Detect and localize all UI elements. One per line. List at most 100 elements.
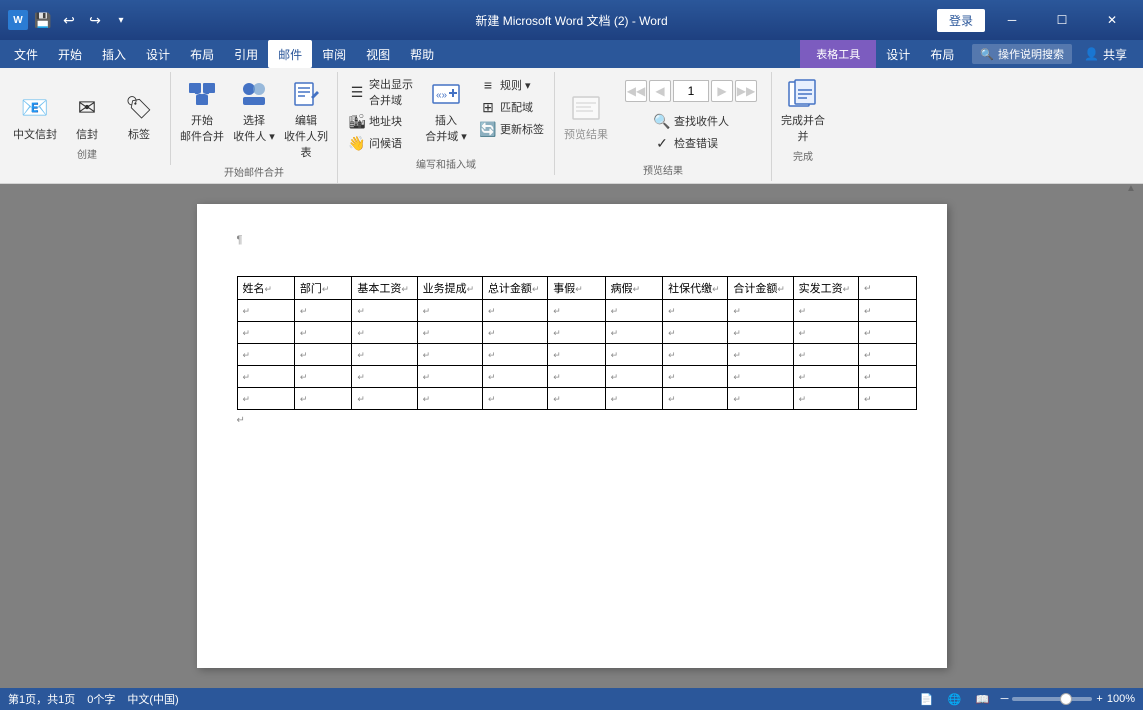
zoom-slider[interactable] (1012, 697, 1092, 701)
col-base-salary: 基本工资↵ (352, 277, 417, 300)
share-button[interactable]: 👤 共享 (1076, 44, 1135, 65)
menu-home[interactable]: 开始 (48, 40, 92, 68)
nav-page-input[interactable] (673, 80, 709, 102)
undo-btn[interactable]: ↩ (58, 9, 80, 31)
btn-rules[interactable]: ≡ 规则 ▾ (475, 74, 548, 96)
group-start-merge-content: 开始邮件合并 选择收件人 ▾ (177, 74, 331, 162)
nav-first-btn[interactable]: ◀◀ (625, 80, 647, 102)
menu-review[interactable]: 审阅 (312, 40, 356, 68)
nav-next-btn[interactable]: ▶ (711, 80, 733, 102)
quick-access-more[interactable]: ▾ (110, 9, 132, 31)
menu-view[interactable]: 视图 (356, 40, 400, 68)
window-title: 新建 Microsoft Word 文档 (2) - Word (475, 12, 667, 29)
menu-insert[interactable]: 插入 (92, 40, 136, 68)
view-web-btn[interactable]: 🌐 (945, 691, 965, 707)
cell: ↵ (237, 388, 294, 410)
zoom-plus-btn[interactable]: + (1096, 693, 1102, 705)
btn-envelope-label: 信封 (76, 126, 98, 142)
redo-btn[interactable]: ↪ (84, 9, 106, 31)
search-label: 操作说明搜索 (998, 46, 1064, 62)
btn-chinese-envelope-label: 中文信封 (13, 126, 57, 142)
cell: ↵ (605, 366, 662, 388)
btn-greeting-label: 问候语 (369, 135, 402, 151)
cell: ↵ (482, 300, 547, 322)
view-print-btn[interactable]: 📄 (917, 691, 937, 707)
group-write-insert: ☰ 突出显示合并域 🏙 地址块 👋 问候语 (338, 72, 555, 175)
btn-rules-label: 规则 ▾ (500, 77, 531, 93)
search-box[interactable]: 🔍 操作说明搜索 (972, 44, 1072, 64)
title-bar: W 💾 ↩ ↪ ▾ 新建 Microsoft Word 文档 (2) - Wor… (0, 0, 1143, 40)
group-start-merge-label: 开始邮件合并 (177, 162, 331, 183)
btn-find-recipient[interactable]: 🔍 查找收件人 (649, 110, 733, 132)
match-icon: ⊞ (479, 98, 497, 116)
col-name: 姓名↵ (237, 277, 294, 300)
cell: ↵ (728, 322, 793, 344)
cell: ↵ (294, 344, 351, 366)
menu-file[interactable]: 文件 (4, 40, 48, 68)
edit-recipients-icon (290, 78, 322, 110)
btn-check-errors[interactable]: ✓ 检查错误 (649, 132, 733, 154)
btn-chinese-envelope[interactable]: 📧 中文信封 (10, 74, 60, 144)
login-button[interactable]: 登录 (937, 9, 985, 32)
btn-start-merge[interactable]: 开始邮件合并 (177, 74, 227, 146)
group-start-merge: 开始邮件合并 选择收件人 ▾ (171, 72, 338, 183)
col-total: 总计金额↵ (482, 277, 547, 300)
zoom-control: ─ + 100% (1001, 693, 1135, 705)
cell: ↵ (548, 388, 605, 410)
btn-address-block[interactable]: 🏙 地址块 (344, 110, 417, 132)
write-col2: ≡ 规则 ▾ ⊞ 匹配域 🔄 更新标签 (475, 74, 548, 140)
nav-prev-btn[interactable]: ◀ (649, 80, 671, 102)
cell: ↵ (605, 322, 662, 344)
btn-select-recipients[interactable]: 选择收件人 ▾ (229, 74, 279, 146)
group-create-label: 创建 (10, 144, 164, 165)
menu-references[interactable]: 引用 (224, 40, 268, 68)
person-icon: 👤 (1084, 47, 1099, 61)
cell: ↵ (237, 322, 294, 344)
insert-field-icon: «» (430, 78, 462, 110)
menu-table-layout[interactable]: 布局 (920, 40, 964, 68)
cell: ↵ (482, 366, 547, 388)
minimize-button[interactable]: ─ (989, 5, 1035, 35)
table-tools-label: 表格工具 (800, 40, 876, 68)
menu-help[interactable]: 帮助 (400, 40, 444, 68)
nav-last-btn[interactable]: ▶▶ (735, 80, 757, 102)
svg-text:«»: «» (436, 90, 448, 101)
col-extra: ↵ (858, 277, 916, 300)
group-finish-content: 完成并合并 (778, 74, 828, 146)
menu-mailings[interactable]: 邮件 (268, 40, 312, 68)
ribbon-collapse-btn[interactable]: ▲ (1123, 180, 1139, 196)
btn-highlight-merge[interactable]: ☰ 突出显示合并域 (344, 74, 417, 110)
btn-match-fields[interactable]: ⊞ 匹配域 (475, 96, 548, 118)
cell: ↵ (605, 344, 662, 366)
maximize-button[interactable]: ☐ (1039, 5, 1085, 35)
btn-edit-recipients[interactable]: 编辑收件人列表 (281, 74, 331, 162)
nav-row: ◀◀ ◀ ▶ ▶▶ (625, 80, 757, 102)
cell: ↵ (663, 322, 728, 344)
menu-design[interactable]: 设计 (136, 40, 180, 68)
ribbon-groups: 📧 中文信封 ✉ 信封 🏷 标签 创建 (4, 72, 1139, 183)
zoom-minus-btn[interactable]: ─ (1001, 693, 1009, 705)
cell: ↵ (793, 300, 858, 322)
group-preview: 预览结果 ◀◀ ◀ ▶ ▶▶ 🔍 查找收件人 (555, 72, 772, 181)
menu-table-design[interactable]: 设计 (876, 40, 920, 68)
group-create-content: 📧 中文信封 ✉ 信封 🏷 标签 (10, 74, 164, 144)
btn-finish-merge[interactable]: 完成并合并 (778, 74, 828, 146)
page-info: 第1页，共1页 (8, 691, 75, 707)
finish-icon (787, 78, 819, 110)
btn-update-labels[interactable]: 🔄 更新标签 (475, 118, 548, 140)
save-quick-btn[interactable]: 💾 (32, 9, 54, 31)
check-icon: ✓ (653, 134, 671, 152)
find-icon: 🔍 (653, 112, 671, 130)
cell: ↵ (605, 388, 662, 410)
btn-label[interactable]: 🏷 标签 (114, 74, 164, 144)
btn-greeting[interactable]: 👋 问候语 (344, 132, 417, 154)
btn-insert-field[interactable]: «» 插入合并域 ▾ (421, 74, 471, 146)
cell: ↵ (482, 344, 547, 366)
view-read-btn[interactable]: 📖 (973, 691, 993, 707)
update-icon: 🔄 (479, 120, 497, 138)
btn-envelope[interactable]: ✉ 信封 (62, 74, 112, 144)
menu-layout[interactable]: 布局 (180, 40, 224, 68)
btn-preview-label: 预览结果 (564, 126, 608, 142)
table-row: ↵ ↵ ↵ ↵ ↵ ↵ ↵ ↵ ↵ ↵ ↵ (237, 344, 916, 366)
close-button[interactable]: ✕ (1089, 5, 1135, 35)
